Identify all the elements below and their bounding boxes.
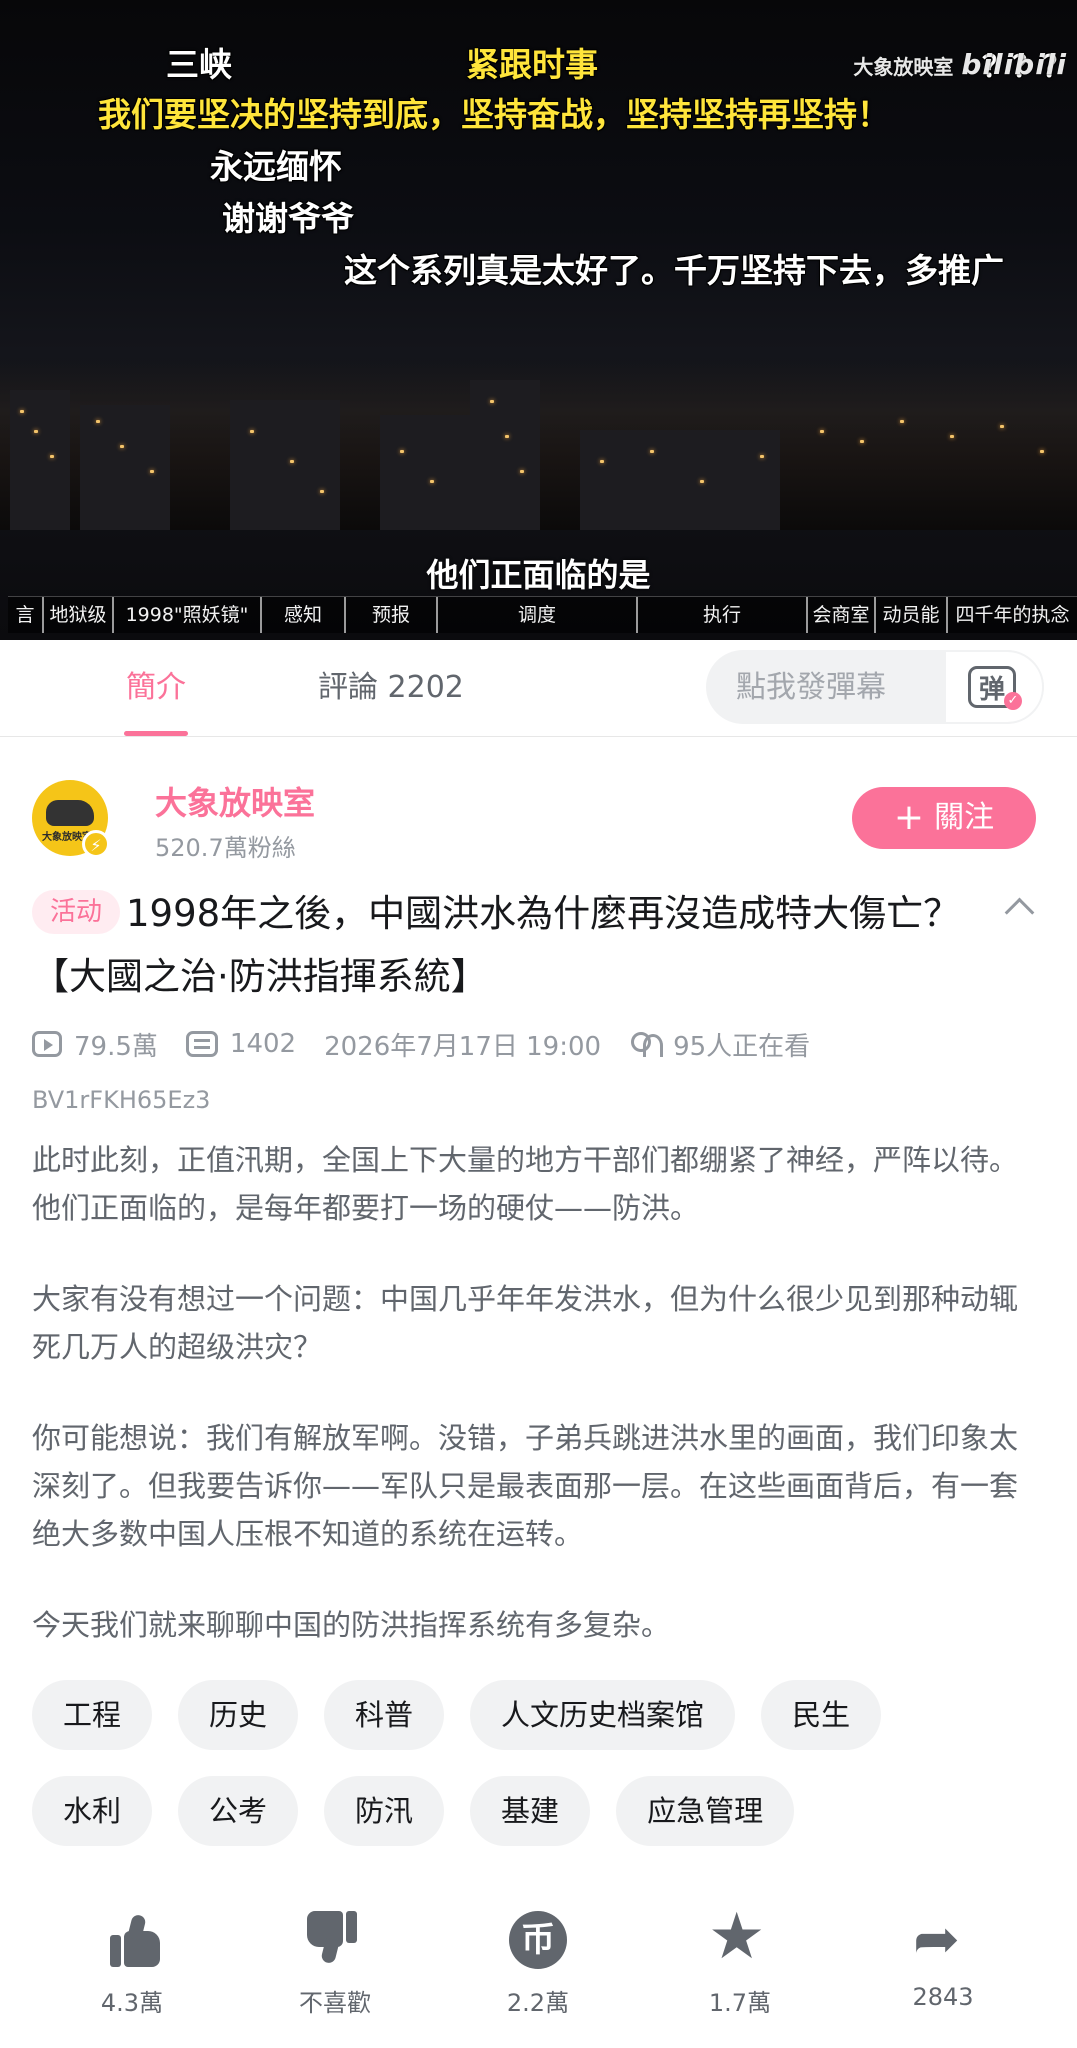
chapter-item[interactable]: 言 xyxy=(8,597,44,633)
bvid-label[interactable]: BV1rFKH65Ez3 xyxy=(32,1086,210,1114)
tag-chip[interactable]: 水利 xyxy=(32,1776,153,1846)
tag-list: 工程 历史 科普 人文历史档案馆 民生 水利 公考 防汛 基建 应急管理 xyxy=(32,1680,1052,1872)
watching-count: 95人正在看 xyxy=(629,1026,810,1063)
plus-icon: + xyxy=(893,797,925,838)
video-title: 活动 1998年之後，中國洪水為什麼再沒造成特大傷亡？【大國之治·防洪指揮系統】 xyxy=(32,882,992,1008)
channel-watermark: 大象放映室 bilibili xyxy=(853,48,1067,81)
video-subtitle: 他们正面临的是 xyxy=(426,556,651,594)
danmaku-comment: 谢谢爷爷 xyxy=(222,199,354,238)
danmaku-count-icon xyxy=(185,1031,218,1057)
favorite-button[interactable]: ★ 1.7萬 xyxy=(670,1905,810,2018)
coin-button[interactable]: 币 2.2萬 xyxy=(468,1905,608,2018)
action-bar: 4.3萬 不喜歡 币 2.2萬 ★ 1.7萬 ➦ 2843 xyxy=(0,1905,1077,2025)
video-description: 此时此刻，正值汛期，全国上下大量的地方干部们都绷紧了神经，严阵以待。他们正面临的… xyxy=(32,1136,1042,1692)
activity-badge[interactable]: 活动 xyxy=(32,890,121,934)
avatar[interactable]: 大象放映室 ⚡ xyxy=(32,780,110,858)
danmaku-count-value: 1402 xyxy=(229,1029,297,1059)
tab-intro[interactable]: 簡介 xyxy=(124,640,188,736)
tag-chip[interactable]: 应急管理 xyxy=(616,1776,795,1846)
uploader-name[interactable]: 大象放映室 xyxy=(155,778,315,824)
dislike-label: 不喜歡 xyxy=(299,1989,371,2017)
view-count: 79.5萬 xyxy=(32,1026,158,1063)
tag-row: 水利 公考 防汛 基建 应急管理 xyxy=(32,1776,1052,1846)
description-paragraph: 你可能想说：我们有解放军啊。没错，子弟兵跳进洪水里的画面，我们印象太深刻了。但我… xyxy=(32,1421,1019,1551)
video-title-text: 1998年之後，中國洪水為什麼再沒造成特大傷亡？【大國之治·防洪指揮系統】 xyxy=(32,892,961,998)
description-paragraph: 大家有没有想过一个问题：中国几乎年年发洪水，但为什么很少见到那种动辄死几万人的超… xyxy=(32,1282,1019,1364)
tag-row: 工程 历史 科普 人文历史档案馆 民生 xyxy=(32,1680,1052,1750)
follow-label: 關注 xyxy=(934,800,995,835)
dislike-button[interactable]: 不喜歡 xyxy=(265,1905,405,2018)
publish-date-value: 2026年7月17日 19:00 xyxy=(324,1031,602,1062)
view-count-value: 79.5萬 xyxy=(74,1031,158,1062)
danmaku-comment: 三峡 xyxy=(166,45,232,84)
tag-chip[interactable]: 基建 xyxy=(470,1776,591,1846)
play-count-icon xyxy=(32,1031,62,1057)
follower-count: 520.7萬粉絲 xyxy=(155,834,296,862)
tab-comments[interactable]: 評論 2202 xyxy=(318,640,464,736)
check-icon: ✓ xyxy=(1004,692,1022,710)
chapter-item[interactable]: 执行 xyxy=(638,597,808,633)
star-icon: ★ xyxy=(708,1900,766,1974)
follow-button[interactable]: + 關注 xyxy=(852,787,1036,849)
danmaku-input[interactable] xyxy=(706,650,942,724)
danmaku-toggle-button[interactable]: 弹 ✓ xyxy=(944,650,1044,724)
danmaku-comment: 紧跟时事 xyxy=(466,45,598,84)
share-arrow-icon: ➦ xyxy=(913,1907,960,1972)
tag-chip[interactable]: 民生 xyxy=(761,1680,882,1750)
thumbs-down-icon xyxy=(307,1911,357,1965)
night-city-scene xyxy=(0,360,1077,530)
watching-count-value: 95人正在看 xyxy=(673,1031,811,1062)
danmaku-comment: 永远缅怀 xyxy=(210,147,342,186)
elephant-logo-icon xyxy=(46,800,94,826)
favorite-count: 1.7萬 xyxy=(708,1989,772,2017)
chapter-bar[interactable]: 言 地狱级 1998"照妖镜" 感知 预报 调度 执行 会商室 动员能 四千年的… xyxy=(8,596,1077,633)
chapter-item[interactable]: 预报 xyxy=(346,597,438,633)
bilibili-logo: bilibili xyxy=(961,48,1067,81)
description-paragraph: 此时此刻，正值汛期，全国上下大量的地方干部们都绷紧了神经，严阵以待。他们正面临的… xyxy=(32,1143,1019,1225)
coin-icon: 币 xyxy=(509,1911,567,1969)
video-stats: 79.5萬 1402 2026年7月17日 19:00 95人正在看 xyxy=(32,1024,838,1064)
danmaku-count: 1402 xyxy=(185,1029,297,1059)
danmaku-comment: 这个系列真是太好了。千万坚持下去，多推广 xyxy=(344,251,1004,290)
share-button[interactable]: ➦ 2843 xyxy=(873,1905,1013,2012)
viewers-icon xyxy=(629,1030,664,1058)
tag-chip[interactable]: 科普 xyxy=(324,1680,445,1750)
chapter-item[interactable]: 会商室 xyxy=(808,597,876,633)
tag-chip[interactable]: 防汛 xyxy=(324,1776,445,1846)
danmaku-input-box: 弹 ✓ xyxy=(706,650,1044,724)
chapter-item[interactable]: 1998"照妖镜" xyxy=(114,597,262,633)
tag-chip[interactable]: 工程 xyxy=(32,1680,153,1750)
video-player[interactable]: 三峡 紧跟时事 我们要坚决的坚持到底，坚持奋战，坚持坚持再坚持！ 永远缅怀 谢谢… xyxy=(0,0,1077,640)
tag-chip[interactable]: 公考 xyxy=(178,1776,299,1846)
chapter-item[interactable]: 地狱级 xyxy=(44,597,114,633)
danmaku-comment: 我们要坚决的坚持到底，坚持奋战，坚持坚持再坚持！ xyxy=(98,95,890,134)
chapter-item[interactable]: 调度 xyxy=(438,597,638,633)
tag-chip[interactable]: 人文历史档案馆 xyxy=(470,1680,736,1750)
thumbs-up-icon xyxy=(110,1913,160,1967)
share-count: 2843 xyxy=(912,1983,974,2011)
like-button[interactable]: 4.3萬 xyxy=(62,1905,202,2018)
like-count: 4.3萬 xyxy=(100,1989,164,2017)
coin-count: 2.2萬 xyxy=(506,1989,570,2017)
publish-date: 2026年7月17日 19:00 xyxy=(324,1026,601,1063)
chapter-item[interactable]: 四千年的执念 xyxy=(948,597,1077,633)
lightning-badge-icon: ⚡ xyxy=(82,830,110,858)
chevron-up-icon[interactable] xyxy=(1003,892,1031,920)
tag-chip[interactable]: 历史 xyxy=(178,1680,299,1750)
watermark-text: 大象放映室 xyxy=(853,55,954,79)
description-paragraph: 今天我们就来聊聊中国的防洪指挥系统有多复杂。 xyxy=(32,1608,671,1642)
chapter-item[interactable]: 动员能 xyxy=(876,597,948,633)
chapter-item[interactable]: 感知 xyxy=(262,597,346,633)
